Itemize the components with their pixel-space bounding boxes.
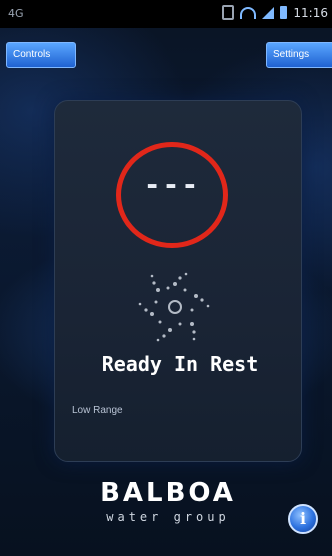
- brand-name: BALBOA: [100, 478, 236, 508]
- signal-icon: [262, 6, 275, 19]
- status-time: 11:16: [293, 5, 328, 20]
- settings-button[interactable]: Settings: [266, 42, 332, 68]
- network-type-label: 4G: [8, 7, 24, 20]
- temperature-display[interactable]: ---: [116, 168, 228, 201]
- app-screen: 4G 11:16 Controls Settings --- Ready In …: [0, 0, 332, 556]
- temperature-range-label: Low Range: [72, 405, 123, 416]
- info-button[interactable]: i: [288, 504, 318, 534]
- status-icons: 11:16: [222, 5, 328, 20]
- brand-logo: BALBOA water group: [88, 478, 248, 524]
- info-icon: i: [299, 509, 307, 528]
- jets-swirl-icon[interactable]: [130, 262, 220, 352]
- brand-tagline: water group: [106, 510, 230, 524]
- battery-icon: [280, 6, 288, 19]
- sim-icon: [222, 5, 235, 20]
- wifi-icon: [240, 6, 257, 19]
- status-bar: 4G 11:16: [0, 0, 332, 28]
- controls-button[interactable]: Controls: [6, 42, 76, 68]
- spa-status-text: Ready In Rest: [101, 352, 259, 376]
